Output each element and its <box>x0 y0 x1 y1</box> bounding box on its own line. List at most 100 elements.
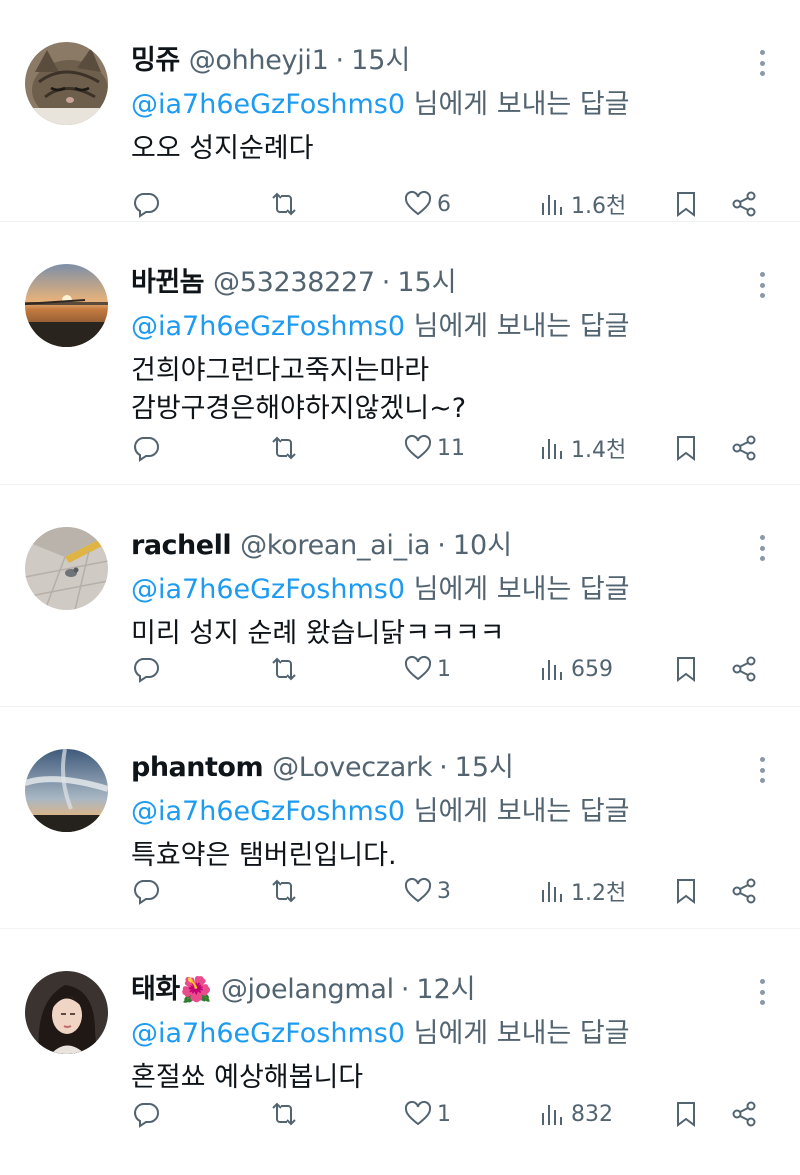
separator-dot: · <box>439 752 448 783</box>
views-button[interactable]: 1.2천 <box>537 875 626 907</box>
tweet[interactable]: rachell @korean_ai_ia · 10시 @ia7h6eGzFos… <box>0 485 800 707</box>
avatar[interactable] <box>25 971 108 1054</box>
retweet-button[interactable] <box>269 189 299 219</box>
user-handle[interactable]: @ohheyji1 <box>189 45 329 76</box>
retweet-button[interactable] <box>269 876 299 906</box>
tweet[interactable]: phantom @Loveczark · 15시 @ia7h6eGzFoshms… <box>0 707 800 929</box>
display-name[interactable]: rachell <box>131 530 232 561</box>
views-button[interactable]: 1.4천 <box>537 432 626 464</box>
tweet-text-line: 감방구경은해야하지않겠니~? <box>131 393 467 424</box>
share-button[interactable] <box>729 1099 759 1129</box>
more-icon[interactable] <box>750 755 774 785</box>
user-handle[interactable]: @korean_ai_ia <box>240 530 430 561</box>
reply-context: @ia7h6eGzFoshms0 님에게 보내는 답글 <box>131 82 770 120</box>
retweet-button[interactable] <box>269 433 299 463</box>
more-icon[interactable] <box>750 977 774 1007</box>
views-button[interactable]: 832 <box>537 1099 613 1129</box>
share-button[interactable] <box>729 433 759 463</box>
reply-button[interactable] <box>131 654 161 684</box>
like-icon <box>404 877 432 903</box>
reply-button[interactable] <box>131 1099 161 1129</box>
reply-feed: 밍쥬 @ohheyji1 · 15시 @ia7h6eGzFoshms0 님에게 … <box>0 0 800 1159</box>
reply-mention-link[interactable]: @ia7h6eGzFoshms0 <box>131 796 405 827</box>
user-handle[interactable]: @Loveczark <box>272 752 432 783</box>
more-icon[interactable] <box>750 270 774 300</box>
retweet-button[interactable] <box>269 1099 299 1129</box>
bookmark-button[interactable] <box>671 189 701 219</box>
avatar[interactable] <box>25 264 108 347</box>
bookmark-button[interactable] <box>671 433 701 463</box>
avatar[interactable] <box>25 527 108 610</box>
tweet[interactable]: 밍쥬 @ohheyji1 · 15시 @ia7h6eGzFoshms0 님에게 … <box>0 0 800 222</box>
tweet[interactable]: 바뀐놈 @53238227 · 15시 @ia7h6eGzFoshms0 님에게… <box>0 222 800 485</box>
reply-button[interactable] <box>131 189 161 219</box>
reply-suffix: 님에게 보내는 답글 <box>405 1018 630 1049</box>
separator-dot: · <box>400 974 410 1005</box>
action-bar: 1 832 <box>131 1094 771 1134</box>
more-icon[interactable] <box>750 48 774 78</box>
like-icon <box>404 434 432 460</box>
share-icon <box>732 1101 756 1127</box>
reply-button[interactable] <box>131 876 161 906</box>
reply-suffix: 님에게 보내는 답글 <box>405 311 630 342</box>
like-button[interactable]: 11 <box>403 433 465 463</box>
bookmark-button[interactable] <box>671 654 701 684</box>
views-button[interactable]: 1.6천 <box>537 188 626 220</box>
display-name[interactable]: 밍쥬 <box>131 38 180 77</box>
avatar[interactable] <box>25 749 108 832</box>
like-count: 3 <box>437 878 451 904</box>
retweet-button[interactable] <box>269 654 299 684</box>
like-button[interactable]: 3 <box>403 876 451 906</box>
reply-mention-link[interactable]: @ia7h6eGzFoshms0 <box>131 89 405 120</box>
views-icon <box>542 1105 562 1125</box>
retweet-icon <box>272 657 296 681</box>
display-name[interactable]: phantom <box>131 752 264 783</box>
view-count: 1.6천 <box>571 194 627 219</box>
view-count: 1.2천 <box>571 881 627 906</box>
tweet[interactable]: 태화 🌺 @joelangmal · 12시 @ia7h6eGzFoshms0 님… <box>0 929 800 1159</box>
display-name[interactable]: 바뀐놈 <box>131 260 205 299</box>
like-icon <box>404 1100 432 1126</box>
reply-mention-link[interactable]: @ia7h6eGzFoshms0 <box>131 1018 405 1049</box>
like-count: 6 <box>437 191 451 217</box>
action-bar: 6 1.6천 <box>131 184 771 224</box>
like-button[interactable]: 6 <box>403 189 451 219</box>
tweet-text: 오오 성지순례다 <box>131 130 770 168</box>
timestamp[interactable]: 15시 <box>455 745 514 784</box>
timestamp[interactable]: 10시 <box>453 523 512 562</box>
bookmark-icon <box>677 192 695 217</box>
timestamp[interactable]: 12시 <box>416 967 475 1006</box>
reply-mention-link[interactable]: @ia7h6eGzFoshms0 <box>131 311 405 342</box>
flower-emoji: 🌺 <box>180 975 212 1004</box>
tweet-text: 특효약은 탬버린입니다. <box>131 837 770 875</box>
user-handle[interactable]: @joelangmal <box>221 974 394 1005</box>
bookmark-button[interactable] <box>671 1099 701 1129</box>
share-button[interactable] <box>729 189 759 219</box>
share-button[interactable] <box>729 654 759 684</box>
like-button[interactable]: 1 <box>403 1099 451 1129</box>
retweet-icon <box>272 192 296 216</box>
more-icon[interactable] <box>750 533 774 563</box>
reply-button[interactable] <box>131 433 161 463</box>
tweet-text-line: 미리 성지 순례 왔습니닭ㅋㅋㅋㅋ <box>131 618 505 649</box>
share-button[interactable] <box>729 876 759 906</box>
avatar[interactable] <box>25 42 108 125</box>
user-handle[interactable]: @53238227 <box>213 267 375 298</box>
tweet-text: 건희야그런다고죽지는마라 감방구경은해야하지않겠니~? <box>131 352 770 428</box>
reply-mention-link[interactable]: @ia7h6eGzFoshms0 <box>131 574 405 605</box>
bookmark-icon <box>677 1102 695 1127</box>
reply-icon <box>134 880 159 905</box>
views-icon <box>542 195 562 215</box>
bookmark-button[interactable] <box>671 876 701 906</box>
reply-icon <box>134 658 159 683</box>
like-button[interactable]: 1 <box>403 654 451 684</box>
tweet-text: 혼절쑈 예상해봅니다 <box>131 1059 770 1097</box>
share-icon <box>732 435 756 461</box>
display-name[interactable]: 태화 <box>131 967 180 1006</box>
retweet-icon <box>272 1102 296 1126</box>
tweet-text-line: 오오 성지순례다 <box>131 133 314 164</box>
views-button[interactable]: 659 <box>537 654 613 684</box>
timestamp[interactable]: 15시 <box>397 260 456 299</box>
share-icon <box>732 656 756 682</box>
timestamp[interactable]: 15시 <box>351 38 410 77</box>
